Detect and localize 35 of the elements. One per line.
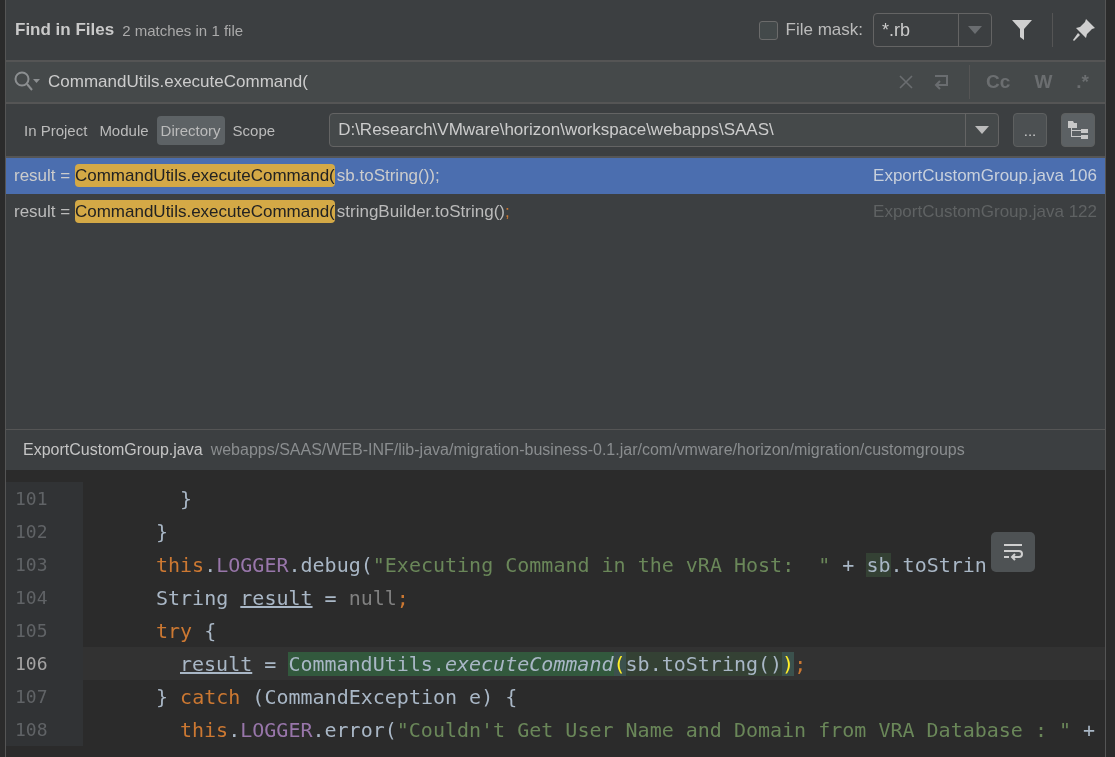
result-location: ExportCustomGroup.java 106: [873, 166, 1097, 186]
filter-icon[interactable]: [1012, 20, 1032, 40]
scope-tab[interactable]: Module: [95, 115, 153, 145]
preview-file-path: webapps/SAAS/WEB-INF/lib-java/migration-business-0.1.jar/com/vmware/horizon/migration/customgroups: [210, 441, 965, 459]
search-icon[interactable]: [14, 71, 40, 93]
browse-button[interactable]: ...: [1013, 113, 1047, 147]
scope-tab[interactable]: Directory: [156, 115, 225, 145]
code-line: } catch (CommandException e) {: [156, 684, 518, 709]
scope-tab[interactable]: Scope: [228, 115, 280, 145]
code-line: this.LOGGER.debug("Executing Command in the vRA Host: " + sb.toStrin: [156, 552, 987, 577]
code-line: String result = null;: [156, 585, 409, 610]
result-code: result = CommandUtils.executeCommand(sb.toString());: [14, 166, 440, 186]
code-line: }: [156, 519, 169, 544]
checkbox[interactable]: [758, 20, 778, 40]
pin-icon[interactable]: [1073, 19, 1095, 41]
tree-icon: [1067, 120, 1089, 140]
code-line: this.LOGGER.error("Couldn't Get User Name and Domain from VRA Database : " +: [180, 717, 1096, 742]
result-row[interactable]: result = CommandUtils.executeCommand(sb.toString()); ExportCustomGroup.java 106: [6, 158, 1105, 194]
match-summary: 2 matches in 1 file: [122, 21, 244, 39]
soft-wrap-icon: [1002, 542, 1024, 562]
dialog-title: Find in Files: [15, 20, 115, 40]
file-mask-label: File mask:: [785, 20, 863, 40]
code-line: result = CommandUtils.executeCommand(sb.toString());: [180, 651, 807, 676]
dropdown-arrow-icon[interactable]: [975, 126, 989, 134]
dropdown-arrow-icon[interactable]: [968, 26, 982, 34]
search-field[interactable]: CommandUtils.executeCommand(: [48, 72, 892, 92]
preview-file-name: ExportCustomGroup.java: [23, 441, 203, 459]
scope-tab[interactable]: In Project: [20, 115, 92, 145]
code-line: }: [180, 486, 193, 511]
result-code: result = CommandUtils.executeCommand(stringBuilder.toString();: [14, 202, 510, 222]
tree-button[interactable]: [1061, 113, 1095, 147]
soft-wrap-button[interactable]: [991, 532, 1035, 572]
file-mask-combo[interactable]: *.rb: [873, 13, 992, 47]
code-line: try {: [156, 618, 217, 643]
directory-combo[interactable]: D:\Research\VMware\horizon\workspace\webapps\SAAS\: [329, 113, 999, 147]
